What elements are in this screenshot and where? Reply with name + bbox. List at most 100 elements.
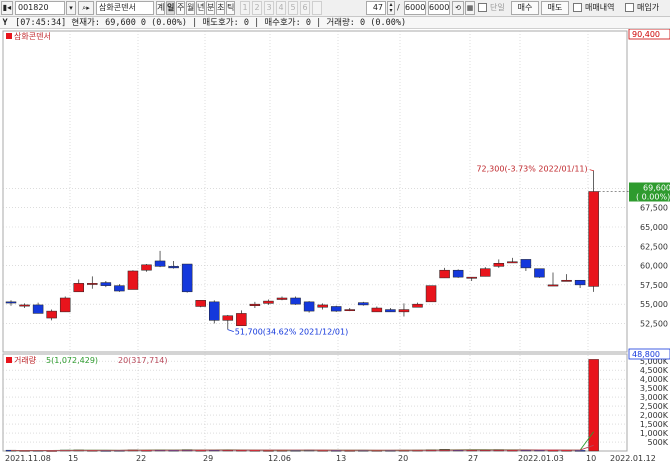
candle-body [141, 264, 152, 271]
volume-tick-label: 500K [647, 438, 668, 447]
candle-body [87, 283, 98, 285]
y-axis-icon[interactable]: Y [0, 17, 10, 28]
candle-body [385, 309, 396, 313]
price-tick-label: 52,500 [640, 319, 668, 328]
candle-body [412, 303, 423, 308]
bar-count-input[interactable]: 47 [366, 1, 386, 15]
buy-button[interactable]: 매수 [511, 1, 539, 15]
quote-info-text: [07:45:34] 현재가: 69,600 0 (0.00%) | 매도호가:… [15, 18, 407, 28]
price-tick-label: 57,500 [640, 281, 668, 290]
candle-body [534, 268, 545, 278]
volume-tick-label: 3,000K [640, 393, 669, 402]
interval-button-4[interactable]: 4 [276, 1, 286, 15]
period-button-day[interactable]: 일 [166, 1, 175, 15]
candle-body [249, 303, 261, 306]
volume-legend-icon [6, 357, 12, 363]
interval-button-2[interactable]: 2 [252, 1, 262, 15]
volume-tick-label: 1,000K [640, 429, 669, 438]
max-price-label: 90,400 [632, 30, 660, 39]
price-panel-frame [2, 30, 628, 353]
date-label: 13 [336, 454, 346, 463]
chart-type-icon[interactable]: ▮◂ [1, 1, 13, 15]
price-volume-chart: 70,00067,50065,00062,50060,00057,50055,0… [2, 29, 670, 463]
period-button-gye[interactable]: 계 [156, 1, 165, 15]
candle-body [480, 268, 491, 277]
date-label: 29 [203, 454, 213, 463]
candle-body [520, 259, 532, 269]
chart-toolbar: ▮◂ 001820 ▾ ⌕▸ 삼화콘덴서 계 일 주 월 년 분 초 틱 1 2… [0, 0, 670, 17]
candle-body [32, 304, 44, 314]
price-tick-label: 62,500 [640, 242, 668, 251]
sell-button[interactable]: 매도 [541, 1, 569, 15]
volume-tick-label: 2,000K [640, 411, 669, 420]
search-icon[interactable]: ⌕▸ [78, 1, 94, 15]
interval-button-6[interactable]: 6 [300, 1, 310, 15]
date-label: 15 [68, 454, 78, 463]
date-label: 22 [136, 454, 146, 463]
candle-body [168, 266, 179, 269]
range-end-input[interactable]: 6000 [428, 1, 450, 15]
candle-body [507, 261, 518, 264]
candle-body [181, 263, 193, 293]
stock-name-field[interactable]: 삼화콘덴서 [96, 1, 154, 15]
stock-code-input[interactable]: 001820 [15, 1, 65, 15]
price-legend-icon [6, 33, 12, 39]
settings-icon[interactable]: ▦ [465, 1, 475, 15]
range-start-input[interactable]: 6000 [404, 1, 426, 15]
candle-body [317, 304, 328, 308]
candle-body [452, 269, 464, 278]
period-button-minute[interactable]: 분 [206, 1, 215, 15]
candle-body [276, 297, 288, 300]
date-label: 2022.01.03 [518, 454, 564, 463]
candle-body [263, 300, 274, 304]
candle-body [303, 301, 315, 312]
period-button-year[interactable]: 년 [196, 1, 205, 15]
range-separator: / [397, 3, 400, 12]
candle-body [290, 297, 301, 305]
single-checkbox[interactable] [478, 3, 487, 12]
candle-body [371, 307, 383, 313]
volume-ma20-legend: 20(317,714) [118, 356, 168, 365]
candle-body [114, 285, 125, 292]
candle-body [574, 279, 586, 286]
volume-tick-label: 4,500K [640, 366, 669, 375]
interval-button-3[interactable]: 3 [264, 1, 274, 15]
period-button-week[interactable]: 주 [176, 1, 185, 15]
chart-window: ▮◂ 001820 ▾ ⌕▸ 삼화콘덴서 계 일 주 월 년 분 초 틱 1 2… [0, 0, 670, 463]
candle-body [358, 302, 369, 306]
code-dropdown-icon[interactable]: ▾ [66, 1, 76, 15]
volume-tick-label: 4,000K [640, 375, 669, 384]
date-label: 10 [586, 454, 596, 463]
period-button-tick[interactable]: 틱 [226, 1, 235, 15]
current-change-label: ( 0.00%) [636, 193, 670, 202]
trade-input-checkbox[interactable] [625, 3, 634, 12]
interval-button-1[interactable]: 1 [240, 1, 250, 15]
date-label: 2021.11.08 [5, 454, 51, 463]
date-label: 20 [398, 454, 408, 463]
candle-body [154, 260, 166, 267]
bar-count-spinner[interactable]: ▴ ▾ [387, 1, 395, 15]
date-label: 12.06 [268, 454, 291, 463]
period-button-second[interactable]: 초 [216, 1, 225, 15]
candle-body [561, 279, 572, 282]
min-price-label: 48,800 [632, 350, 660, 359]
price-tick-label: 67,500 [640, 204, 668, 213]
candle-body [588, 191, 599, 287]
price-tick-label: 55,000 [640, 300, 668, 309]
price-tick-label: 65,000 [640, 223, 668, 232]
candle-body [547, 284, 559, 287]
chart-area[interactable]: 70,00067,50065,00062,50060,00057,50055,0… [0, 29, 670, 463]
price-panel-title: 삼화콘덴서 [14, 31, 51, 41]
trade-history-checkbox[interactable] [573, 3, 582, 12]
candle-body [493, 263, 505, 267]
period-button-month[interactable]: 월 [186, 1, 195, 15]
interval-input[interactable] [312, 1, 322, 15]
candle-body [398, 309, 410, 313]
candle-body [195, 300, 206, 307]
trade-input-label: 매입가 [637, 3, 660, 12]
interval-button-5[interactable]: 5 [288, 1, 298, 15]
candle-body [5, 301, 17, 304]
refresh-icon[interactable]: ⟲ [452, 1, 464, 15]
candle-body [330, 306, 342, 312]
low-annotation: 51,700(34.62% 2021/12/01) [235, 328, 348, 337]
